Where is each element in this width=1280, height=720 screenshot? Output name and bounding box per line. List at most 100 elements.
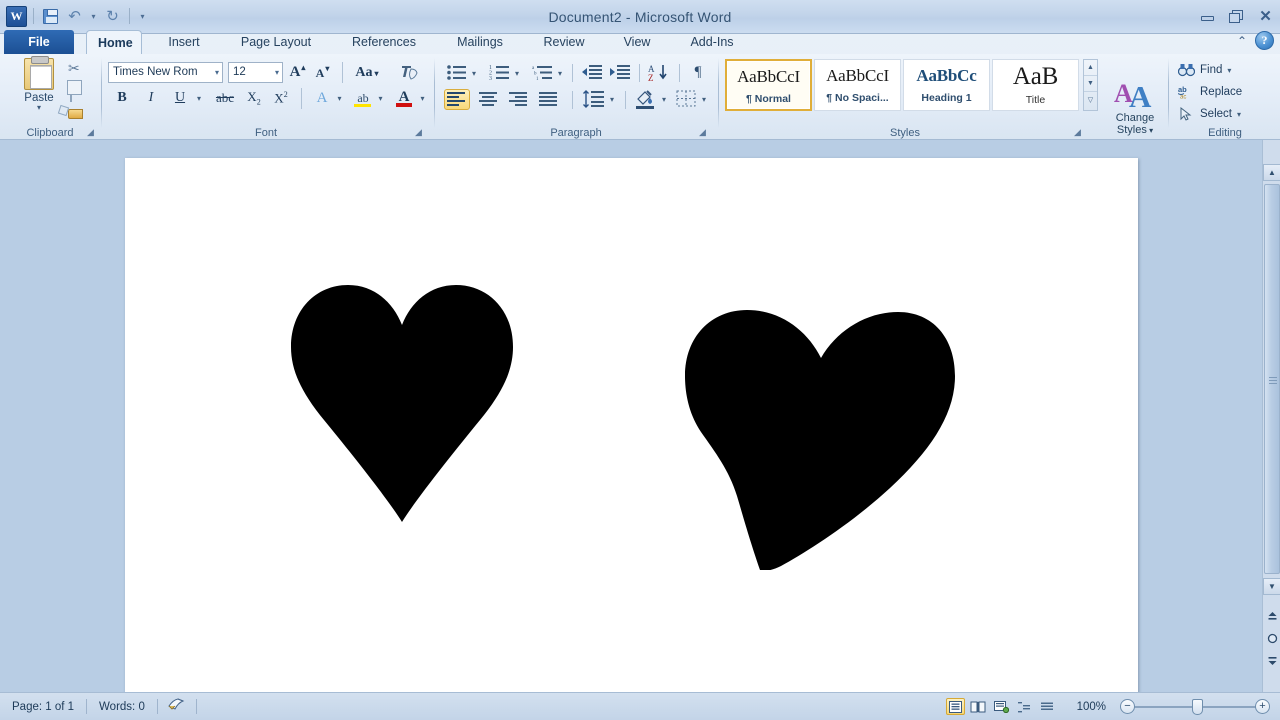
replace-button[interactable]: ab ac Replace: [1178, 85, 1242, 99]
borders-dropdown-button[interactable]: ▾: [698, 92, 710, 107]
strikethrough-button[interactable]: abc: [212, 87, 238, 109]
draft-view-button[interactable]: [1038, 698, 1057, 715]
minimize-button[interactable]: [1199, 9, 1216, 24]
collapse-ribbon-button[interactable]: ⌃: [1237, 34, 1247, 48]
tab-file[interactable]: File: [4, 30, 74, 55]
heart-shape-tilted[interactable]: [685, 310, 955, 570]
font-color-button[interactable]: A: [392, 86, 416, 109]
align-center-button[interactable]: [476, 89, 502, 110]
find-button[interactable]: Find ▾: [1178, 63, 1231, 77]
justify-button[interactable]: [536, 89, 562, 110]
tab-insert[interactable]: Insert: [152, 30, 216, 55]
chevron-down-icon[interactable]: ▾: [14, 104, 64, 111]
scroll-down-button[interactable]: ▼: [1263, 578, 1280, 595]
page-indicator[interactable]: Page: 1 of 1: [0, 697, 86, 717]
font-color-dropdown-button[interactable]: ▾: [416, 88, 429, 108]
tab-review[interactable]: Review: [528, 30, 600, 55]
change-case-button[interactable]: Aa▾: [352, 63, 382, 83]
zoom-in-button[interactable]: +: [1255, 699, 1270, 714]
vertical-scrollbar[interactable]: ▲ ▼: [1262, 140, 1280, 692]
font-name-input[interactable]: Times New Rom ▾: [108, 62, 223, 83]
select-browse-object-button[interactable]: [1263, 630, 1280, 647]
text-effects-dropdown-button[interactable]: ▾: [333, 88, 346, 108]
zoom-slider-thumb[interactable]: [1192, 699, 1203, 715]
underline-dropdown-button[interactable]: ▾: [192, 88, 206, 108]
web-layout-view-button[interactable]: [992, 698, 1011, 715]
align-right-button[interactable]: [506, 89, 532, 110]
style-item-title[interactable]: AaB Title: [992, 59, 1079, 111]
close-button[interactable]: ✕: [1257, 9, 1274, 24]
clipboard-dialog-launcher[interactable]: ◢: [85, 127, 96, 138]
line-spacing-button[interactable]: [582, 90, 606, 109]
font-dialog-launcher[interactable]: ◢: [413, 127, 424, 138]
tab-home[interactable]: Home: [86, 30, 142, 55]
paste-button[interactable]: Paste ▾: [14, 58, 64, 111]
borders-button[interactable]: [676, 90, 698, 109]
grow-font-button[interactable]: A▴: [286, 62, 308, 83]
tab-mailings[interactable]: Mailings: [438, 30, 522, 55]
help-button[interactable]: ?: [1255, 31, 1274, 50]
clear-formatting-button[interactable]: [398, 62, 422, 83]
line-spacing-dropdown-button[interactable]: ▾: [606, 92, 618, 107]
undo-button[interactable]: ↶: [64, 6, 85, 27]
restore-button[interactable]: [1228, 9, 1245, 24]
tab-references[interactable]: References: [336, 30, 432, 55]
zoom-level[interactable]: 100%: [1059, 697, 1120, 717]
print-layout-view-button[interactable]: [946, 698, 965, 715]
full-screen-reading-view-button[interactable]: [969, 698, 988, 715]
save-button[interactable]: [40, 6, 61, 27]
shading-dropdown-button[interactable]: ▾: [658, 92, 670, 107]
numbering-dropdown-button[interactable]: ▾: [511, 66, 523, 81]
proofing-status-button[interactable]: [158, 697, 196, 717]
numbering-button[interactable]: 1 2 3: [489, 64, 511, 81]
format-painter-button[interactable]: [68, 106, 90, 126]
superscript-button[interactable]: X2: [270, 87, 292, 109]
text-effects-button[interactable]: A: [310, 87, 334, 109]
heart-shape-symmetric[interactable]: [291, 285, 513, 522]
zoom-slider[interactable]: − +: [1120, 699, 1270, 715]
decrease-indent-button[interactable]: [581, 64, 603, 81]
undo-dropdown-button[interactable]: ▾: [88, 6, 99, 27]
paragraph-dialog-launcher[interactable]: ◢: [697, 127, 708, 138]
copy-button[interactable]: [70, 84, 92, 104]
previous-page-button[interactable]: [1263, 608, 1280, 625]
show-formatting-marks-button[interactable]: ¶: [688, 62, 708, 82]
bold-button[interactable]: B: [111, 87, 133, 109]
italic-button[interactable]: I: [140, 87, 162, 109]
tab-page-layout[interactable]: Page Layout: [222, 30, 330, 55]
redo-button[interactable]: ↻: [102, 6, 123, 27]
styles-scroll-up-button[interactable]: ▲: [1084, 60, 1097, 76]
styles-dialog-launcher[interactable]: ◢: [1072, 127, 1083, 138]
document-canvas[interactable]: [0, 140, 1280, 692]
styles-scroll-down-button[interactable]: ▼: [1084, 76, 1097, 92]
customize-qat-button[interactable]: ▾: [136, 6, 149, 27]
font-size-input[interactable]: 12 ▾: [228, 62, 283, 83]
bullets-button[interactable]: [446, 64, 468, 81]
style-item-heading-1[interactable]: AaBbCс Heading 1: [903, 59, 990, 111]
style-item-no-spacing[interactable]: AaBbCcI ¶ No Spaci...: [814, 59, 901, 111]
zoom-out-button[interactable]: −: [1120, 699, 1135, 714]
styles-more-button[interactable]: ▽: [1084, 92, 1097, 108]
outline-view-button[interactable]: [1015, 698, 1034, 715]
scroll-up-button[interactable]: ▲: [1263, 164, 1280, 181]
tab-view[interactable]: View: [608, 30, 666, 55]
bullets-dropdown-button[interactable]: ▾: [468, 66, 480, 81]
increase-indent-button[interactable]: [609, 64, 631, 81]
multilevel-dropdown-button[interactable]: ▾: [554, 66, 566, 81]
align-left-button[interactable]: [444, 89, 470, 110]
document-page[interactable]: [125, 158, 1138, 695]
scrollbar-thumb[interactable]: [1264, 184, 1280, 574]
underline-button[interactable]: U: [169, 87, 191, 109]
highlight-color-button[interactable]: ab: [351, 87, 375, 109]
subscript-button[interactable]: X2: [243, 87, 265, 109]
next-page-button[interactable]: [1263, 652, 1280, 669]
shrink-font-button[interactable]: A▾: [311, 63, 333, 84]
word-count[interactable]: Words: 0: [87, 697, 157, 717]
change-styles-button[interactable]: Change Styles ▾: [1105, 112, 1165, 137]
shading-button[interactable]: [634, 89, 658, 110]
select-button[interactable]: Select ▾: [1178, 107, 1241, 121]
style-item-normal[interactable]: AaBbCcI ¶ Normal: [725, 59, 812, 111]
multilevel-list-button[interactable]: a b 1: [532, 64, 554, 81]
highlight-dropdown-button[interactable]: ▾: [374, 88, 387, 108]
tab-add-ins[interactable]: Add-Ins: [672, 30, 752, 55]
